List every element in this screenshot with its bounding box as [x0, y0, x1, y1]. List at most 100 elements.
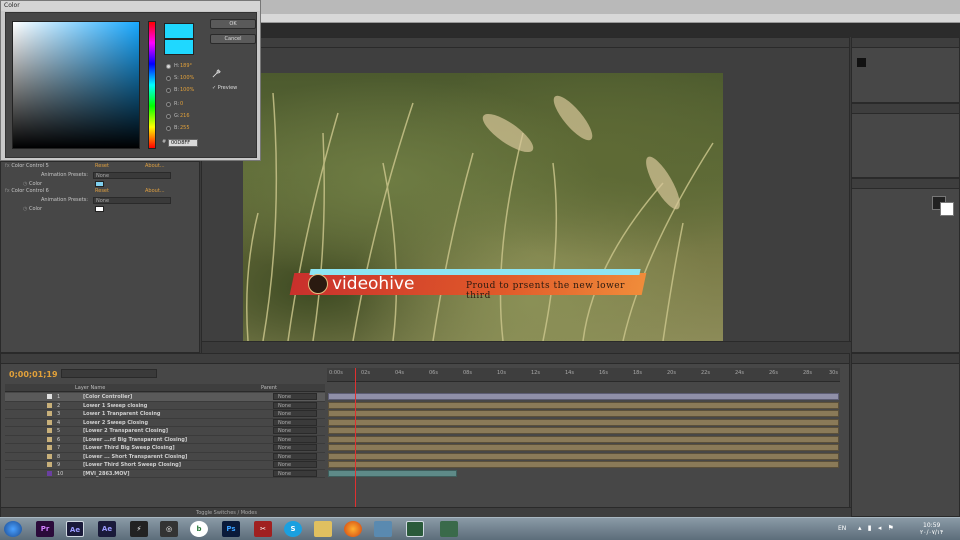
premiere-icon[interactable]: Pr — [36, 521, 54, 537]
timeline-search-input[interactable] — [61, 369, 157, 378]
layer-name[interactable]: [Lower ...rd Big Transparent Closing] — [83, 437, 193, 443]
skype-icon[interactable]: S — [284, 521, 302, 537]
layer-row[interactable]: 1 [Color Controller] None — [5, 393, 325, 402]
about-link[interactable]: About... — [145, 163, 165, 169]
layer-row[interactable]: 8 [Lower ... Short Transparent Closing] … — [5, 452, 325, 461]
parent-select[interactable]: None — [273, 401, 317, 409]
parent-select[interactable]: None — [273, 393, 317, 400]
color-swatch[interactable] — [95, 206, 104, 212]
layer-row[interactable]: 6 [Lower ...rd Big Transparent Closing] … — [5, 435, 325, 444]
app-icon[interactable] — [440, 521, 458, 537]
firefox-icon[interactable] — [344, 521, 362, 537]
stroke-color-swatch[interactable] — [940, 202, 954, 216]
layer-duration-bar[interactable] — [328, 418, 839, 426]
layer-name[interactable]: [Color Controller] — [83, 394, 193, 400]
reset-link[interactable]: Reset — [95, 188, 109, 194]
time-ruler[interactable]: 0:00s 02s 04s 06s 08s 10s 12s 14s 16s 18… — [327, 368, 840, 382]
layer-duration-bar[interactable] — [328, 401, 839, 409]
layer-name[interactable]: [MVI_2863.MOV] — [83, 471, 193, 477]
parent-select[interactable]: None — [273, 435, 317, 443]
label-color-chip[interactable] — [47, 470, 52, 476]
layer-row[interactable]: 4 Lower 2 Sweep Closing None — [5, 418, 325, 427]
folder-icon[interactable] — [314, 521, 332, 537]
layer-row[interactable]: 7 [Lower Third Big Sweep Closing] None — [5, 444, 325, 453]
radio-button[interactable] — [166, 88, 171, 93]
parent-select[interactable]: None — [273, 418, 317, 426]
label-color-chip[interactable] — [47, 428, 52, 433]
label-color-chip[interactable] — [47, 453, 52, 459]
label-color-chip[interactable] — [47, 436, 52, 442]
green-field[interactable]: G: 216 — [166, 113, 206, 121]
app-icon[interactable] — [406, 521, 424, 537]
app-icon[interactable]: ✂ — [254, 521, 272, 537]
parent-select[interactable]: None — [273, 444, 317, 451]
field-value[interactable]: 100% — [180, 75, 194, 81]
hue-field[interactable]: H: 189° — [166, 63, 206, 71]
layer-duration-bar[interactable] — [328, 435, 839, 443]
parent-select[interactable]: None — [273, 410, 317, 417]
label-color-chip[interactable] — [47, 394, 52, 399]
app-icon[interactable] — [374, 521, 392, 537]
layer-duration-bar[interactable] — [328, 427, 839, 434]
preset-select[interactable]: None — [93, 172, 171, 179]
layer-duration-bar[interactable] — [328, 444, 839, 451]
layer-duration-bar[interactable] — [328, 452, 839, 460]
brightness-field[interactable]: B: 100% — [166, 87, 206, 95]
layer-duration-bar[interactable] — [328, 469, 457, 477]
field-value[interactable]: 255 — [180, 125, 190, 131]
tray-icons[interactable]: ▴ ▮ ◂ ⚑ — [858, 524, 896, 532]
current-timecode[interactable]: 0;00;01;19 — [9, 370, 58, 379]
layer-name[interactable]: Lower 1 Tranparent Closing — [83, 411, 193, 417]
about-link[interactable]: About... — [145, 188, 165, 194]
saturation-brightness-field[interactable] — [12, 21, 140, 149]
app-icon[interactable]: ⚡ — [130, 521, 148, 537]
layer-row[interactable]: 2 Lower 1 Sweep closing None — [5, 401, 325, 410]
layer-duration-bar[interactable] — [328, 461, 839, 468]
app-icon[interactable]: b — [190, 521, 208, 537]
eyedropper-icon[interactable] — [212, 69, 221, 78]
radio-button[interactable] — [166, 126, 171, 131]
layer-row[interactable]: 5 [Lower 2 Transparent Closing] None — [5, 427, 325, 436]
ok-button[interactable]: OK — [210, 19, 256, 29]
reset-link[interactable]: Reset — [95, 163, 109, 169]
layer-name[interactable]: [Lower 2 Transparent Closing] — [83, 428, 193, 434]
parent-select[interactable]: None — [273, 427, 317, 434]
field-value[interactable]: 189° — [180, 63, 192, 69]
radio-button[interactable] — [166, 114, 171, 119]
label-color-chip[interactable] — [47, 419, 52, 425]
start-button-icon[interactable] — [4, 521, 22, 537]
parent-select[interactable]: None — [273, 452, 317, 460]
effect-header-color-control-5[interactable]: fx Color Control 5 Reset About... — [5, 163, 165, 171]
hex-input[interactable]: 00D8FF — [168, 139, 198, 147]
language-indicator[interactable]: EN — [838, 525, 846, 532]
layer-name[interactable]: [Lower Third Short Sweep Closing] — [83, 462, 193, 468]
field-value[interactable]: 0 — [180, 101, 183, 107]
cancel-button[interactable]: Cancel — [210, 34, 256, 44]
app-icon[interactable]: ◎ — [160, 521, 178, 537]
after-effects-icon[interactable]: Ae — [98, 521, 116, 537]
layer-duration-bar[interactable] — [328, 410, 839, 417]
effect-header-color-control-6[interactable]: fx Color Control 6 Reset About... — [5, 188, 165, 196]
preset-select[interactable]: None — [93, 197, 171, 204]
blue-field[interactable]: B: 255 — [166, 125, 206, 133]
playhead[interactable] — [355, 368, 356, 513]
label-color-chip[interactable] — [47, 462, 52, 467]
layer-row[interactable]: 9 [Lower Third Short Sweep Closing] None — [5, 461, 325, 470]
parent-select[interactable]: None — [273, 461, 317, 468]
layer-name-header[interactable]: Layer Name — [75, 385, 105, 391]
composition-frame[interactable]: videohive Proud to prsents the new lower… — [243, 73, 723, 341]
radio-button[interactable] — [166, 76, 171, 81]
hue-slider[interactable] — [148, 21, 156, 149]
after-effects-icon[interactable]: Ae — [66, 521, 84, 537]
layer-name[interactable]: Lower 1 Sweep closing — [83, 403, 193, 409]
layer-row[interactable]: 10 [MVI_2863.MOV] None — [5, 469, 325, 478]
parent-select[interactable]: None — [273, 469, 317, 477]
color-swatch[interactable] — [95, 181, 104, 187]
layer-name[interactable]: Lower 2 Sweep Closing — [83, 420, 193, 426]
label-color-chip[interactable] — [47, 411, 52, 416]
photoshop-icon[interactable]: Ps — [222, 521, 240, 537]
layer-row[interactable]: 3 Lower 1 Tranparent Closing None — [5, 410, 325, 419]
layer-name[interactable]: [Lower Third Big Sweep Closing] — [83, 445, 193, 451]
layer-duration-bar[interactable] — [328, 393, 839, 400]
field-value[interactable]: 100% — [180, 87, 194, 93]
